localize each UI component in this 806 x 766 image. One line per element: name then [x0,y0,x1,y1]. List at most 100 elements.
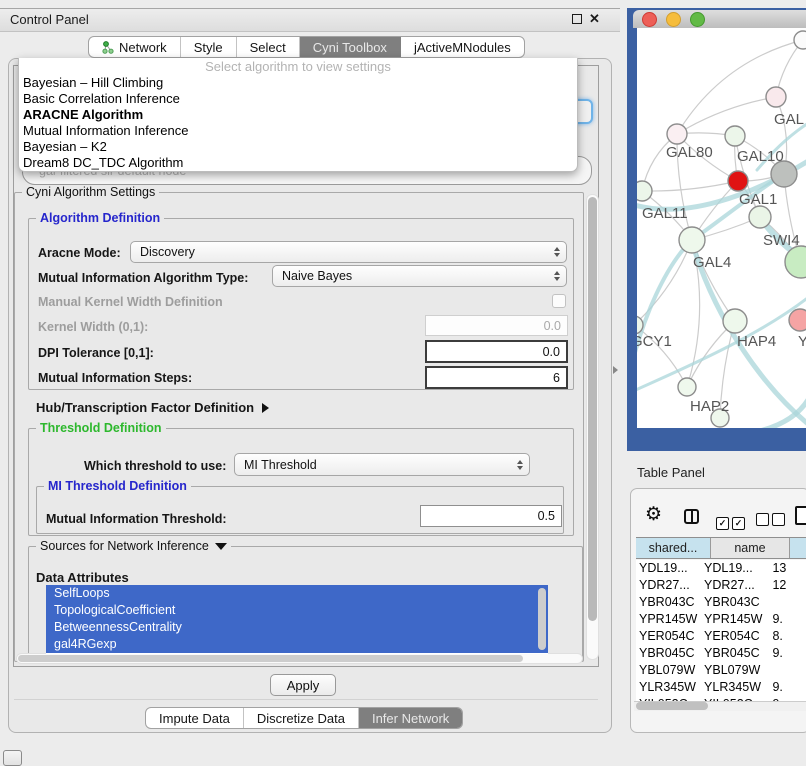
select-all-columns-icon[interactable] [716,513,748,531]
tab-infer-network[interactable]: Infer Network [359,708,462,728]
mi-steps-field[interactable]: 6 [425,366,568,389]
table-cell [769,594,806,611]
attribute-item-gal4rgexp[interactable]: gal4RGexp [46,636,548,653]
data-attributes-list[interactable]: SelfLoopsTopologicalCoefficientBetweenne… [46,585,548,654]
column-header-name[interactable]: name [711,538,790,558]
algorithm-option-mutual-information-inference[interactable]: Mutual Information Inference [19,123,577,139]
column-header-col2[interactable] [790,538,806,558]
network-edge [677,97,776,134]
mi-algorithm-type-value: Naive Bayes [282,269,551,283]
network-node-label: GCY1 [637,333,672,350]
hub-definition-label: Hub/Transcription Factor Definition [36,400,254,415]
manual-kernel-label: Manual Kernel Width Definition [38,295,223,310]
mi-threshold-field[interactable]: 0.5 [420,505,562,527]
table-cell: YDR27... [636,577,701,594]
dpi-tolerance-label: DPI Tolerance [0,1]: [38,346,154,361]
network-node-top-partial[interactable] [794,31,806,49]
table-cell: YER054C [701,628,769,645]
algorithm-option-bayesian-hill-climbing[interactable]: Bayesian – Hill Climbing [19,75,577,91]
table-cell: YDL19... [636,560,701,577]
network-node-salmon[interactable] [789,309,806,331]
network-node-gal4[interactable] [679,227,705,253]
algorithm-option-bayesian-k2[interactable]: Bayesian – K2 [19,139,577,155]
network-node-hap2[interactable] [678,378,696,396]
network-window-titlebar[interactable] [633,10,806,28]
stepper-icon [551,247,562,257]
tab-select[interactable]: Select [237,37,300,57]
network-node-label: GAL80 [666,144,713,161]
mi-algorithm-type-combo[interactable]: Naive Bayes [272,265,567,287]
table-body: YDL19...YDL19...13YDR27...YDR27...12YBR0… [636,560,806,701]
which-threshold-combo[interactable]: MI Threshold [234,453,530,476]
manual-kernel-checkbox[interactable] [552,294,566,308]
export-table-icon[interactable] [795,506,806,525]
network-node-swi4[interactable] [749,206,771,228]
attribute-item-selfloops[interactable]: SelfLoops [46,585,548,602]
table-row[interactable]: YDR27...YDR27...12 [636,577,806,594]
float-window-icon[interactable] [572,14,582,24]
network-node-gal80[interactable] [667,124,687,144]
corner-button[interactable] [3,750,22,766]
table-row[interactable]: YDL19...YDL19...13 [636,560,806,577]
aracne-mode-combo[interactable]: Discovery [130,241,567,263]
table-cell: YLR345W [636,679,701,696]
table-cell: 8. [769,628,806,645]
network-node-gal1-red[interactable] [728,171,748,191]
tab-discretize-data[interactable]: Discretize Data [244,708,359,728]
tab-cyni-toolbox[interactable]: Cyni Toolbox [300,37,401,57]
attribute-item-betweennesscentrality[interactable]: BetweennessCentrality [46,619,548,636]
kernel-width-field[interactable]: 0.0 [425,315,568,336]
close-icon[interactable] [589,11,603,27]
tab-jactivemnodules[interactable]: jActiveMNodules [401,37,524,57]
hub-definition-section[interactable]: Hub/Transcription Factor Definition [36,400,269,415]
stepper-icon [514,460,525,470]
network-node-hap4[interactable] [723,309,747,333]
columns-icon[interactable] [684,509,699,524]
table-cell: 9. [769,611,806,628]
column-header-shared[interactable]: shared... [636,538,711,558]
dropdown-items: Bayesian – Hill ClimbingBasic Correlatio… [19,75,577,171]
table-cell: YBR045C [701,645,769,662]
algorithm-option-aracne-algorithm[interactable]: ARACNE Algorithm [19,107,577,123]
mac-close-button[interactable] [642,12,657,27]
apply-button[interactable]: Apply [270,674,336,696]
collapse-arrow-icon[interactable] [215,543,227,550]
divider [14,699,598,700]
table-cell: 13 [769,560,806,577]
gear-icon[interactable] [645,504,662,526]
vertical-scrollbar-thumb[interactable] [588,197,597,621]
network-node-gal11[interactable] [637,181,652,201]
network-edge [642,181,738,191]
kernel-width-label: Kernel Width (0,1): [38,320,148,335]
list-scrollbar[interactable] [538,588,546,650]
table-row[interactable]: YBR045CYBR045C9. [636,645,806,662]
dpi-tolerance-field[interactable]: 0.0 [425,340,568,363]
tab-network[interactable]: Network [89,37,181,57]
horizontal-scrollbar-thumb[interactable] [18,655,523,662]
table-row[interactable]: YLR345WYLR345W9. [636,679,806,696]
table-cell: YBR043C [636,594,701,611]
tab-style[interactable]: Style [181,37,237,57]
network-view-canvas[interactable]: GALGAL80GAL10GAL1GAL11SWI4GAL4GCY1HAP4YH… [637,28,806,428]
network-tab-icon [102,41,114,54]
algorithm-option-dream8-dc-tdc-algorithm[interactable]: Dream8 DC_TDC Algorithm [19,155,577,171]
tab-impute-data[interactable]: Impute Data [146,708,244,728]
table-cell: YBL079W [636,662,701,679]
table-row[interactable]: YPR145WYPR145W9. [636,611,806,628]
network-node-label: GAL1 [739,191,777,208]
network-node-gal10[interactable] [725,126,745,146]
table-row[interactable]: YBR043CYBR043C [636,594,806,611]
group-title: Sources for Network Inference [36,539,231,554]
table-hscrollbar-thumb[interactable] [636,702,708,710]
mi-threshold-label: Mutual Information Threshold: [46,512,227,527]
table-row[interactable]: YER054CYER054C8. [636,628,806,645]
table-cell: YPR145W [701,611,769,628]
algorithm-option-basic-correlation-inference[interactable]: Basic Correlation Inference [19,91,577,107]
splitter-arrow-icon[interactable] [613,366,618,374]
mac-minimize-button[interactable] [666,12,681,27]
mac-zoom-button[interactable] [690,12,705,27]
network-node-pink-top[interactable] [766,87,786,107]
deselect-all-columns-icon[interactable] [756,513,788,531]
table-row[interactable]: YBL079WYBL079W [636,662,806,679]
attribute-item-topologicalcoefficient[interactable]: TopologicalCoefficient [46,602,548,619]
